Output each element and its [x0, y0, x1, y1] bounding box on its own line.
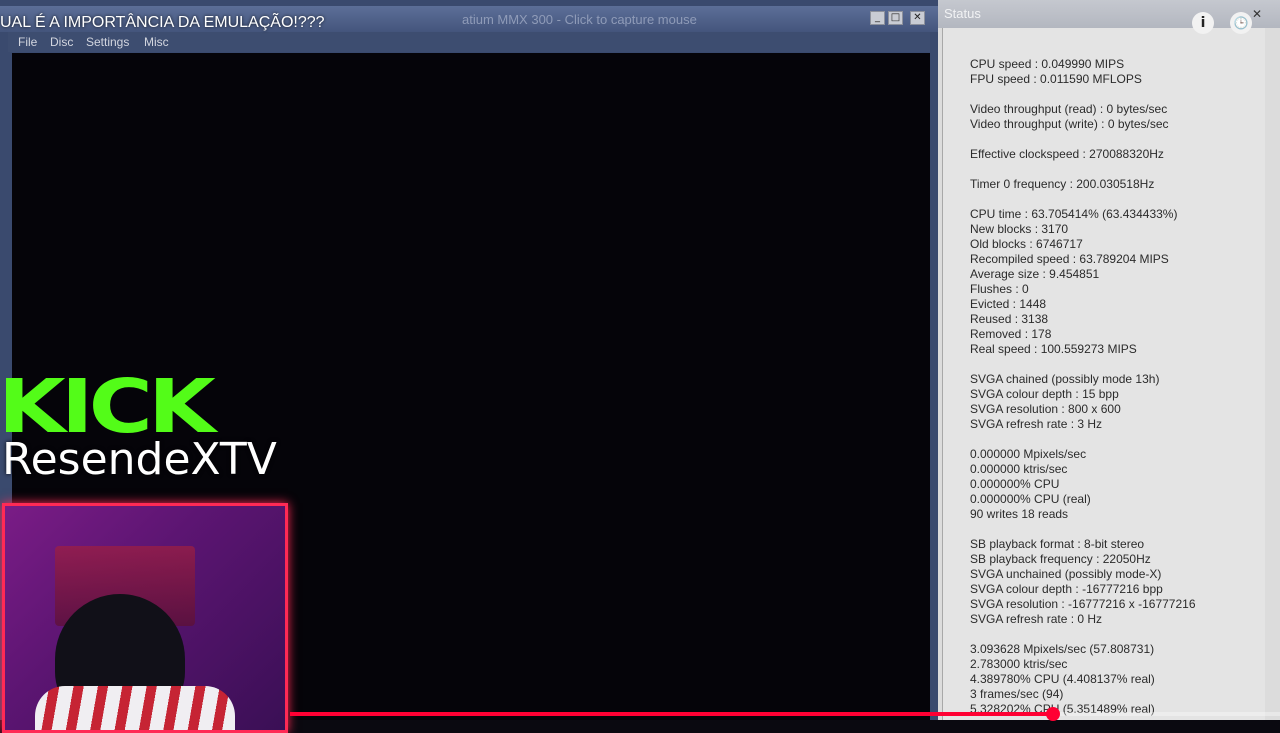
status-line: Timer 0 frequency : 200.030518Hz	[970, 177, 1155, 191]
status-line: 4.389780% CPU (4.408137% real)	[970, 672, 1155, 686]
status-line: 2.783000 ktris/sec	[970, 657, 1068, 671]
status-line: Effective clockspeed : 270088320Hz	[970, 147, 1164, 161]
channel-name: ResendeXTV	[2, 434, 277, 485]
status-line: 0.000000 ktris/sec	[970, 462, 1068, 476]
status-spacer	[970, 132, 1196, 147]
status-line: 90 writes 18 reads	[970, 507, 1069, 521]
video-title[interactable]: UAL É A IMPORTÂNCIA DA EMULAÇÃO!???	[0, 14, 325, 32]
status-line: Reused : 3138	[970, 312, 1049, 326]
status-line: SVGA refresh rate : 0 Hz	[970, 612, 1103, 626]
emulator-title: atium MMX 300 - Click to capture mouse	[462, 12, 697, 27]
status-line: Flushes : 0	[970, 282, 1029, 296]
video-progress-bar[interactable]	[290, 707, 1280, 721]
status-line: SVGA colour depth : 15 bpp	[970, 387, 1119, 401]
status-spacer	[970, 87, 1196, 102]
webcam-feed	[2, 503, 288, 733]
status-spacer	[970, 192, 1196, 207]
status-line: FPU speed : 0.011590 MFLOPS	[970, 72, 1142, 86]
status-line: SVGA unchained (possibly mode-X)	[970, 567, 1162, 581]
status-panel: CPU speed : 0.049990 MIPS FPU speed : 0.0…	[942, 28, 1265, 720]
status-line: Video throughput (read) : 0 bytes/sec	[970, 102, 1168, 116]
status-line: SVGA refresh rate : 3 Hz	[970, 417, 1103, 431]
status-spacer	[970, 162, 1196, 177]
menu-disc[interactable]: Disc	[50, 35, 73, 49]
status-line: CPU speed : 0.049990 MIPS	[970, 57, 1125, 71]
status-line: SB playback format : 8-bit stereo	[970, 537, 1145, 551]
menu-settings[interactable]: Settings	[86, 35, 129, 49]
status-lines: CPU speed : 0.049990 MIPS FPU speed : 0.0…	[970, 57, 1196, 717]
status-line: 3 frames/sec (94)	[970, 687, 1064, 701]
status-window: Status ✕ CPU speed : 0.049990 MIPS FPU sp…	[938, 0, 1280, 720]
status-line: Removed : 178	[970, 327, 1052, 341]
status-line: SVGA resolution : -16777216 x -16777216	[970, 597, 1196, 611]
status-line: 0.000000 Mpixels/sec	[970, 447, 1087, 461]
webcam-person-shirt	[35, 686, 235, 730]
status-line: SVGA chained (possibly mode 13h)	[970, 372, 1160, 386]
kick-logo: KICK	[0, 364, 216, 450]
status-line: 0.000000% CPU	[970, 477, 1060, 491]
menu-misc[interactable]: Misc	[144, 35, 169, 49]
status-close-icon[interactable]: ✕	[1250, 7, 1264, 21]
status-line: Average size : 9.454851	[970, 267, 1100, 281]
close-button[interactable]: ✕	[910, 11, 925, 25]
info-icon[interactable]: i	[1192, 12, 1214, 34]
maximize-button[interactable]: □	[888, 11, 903, 25]
status-line: CPU time : 63.705414% (63.434433%)	[970, 207, 1178, 221]
progress-fill	[290, 712, 1054, 716]
status-titlebar[interactable]: Status ✕	[938, 0, 1280, 28]
status-spacer	[970, 627, 1196, 642]
status-line: 0.000000% CPU (real)	[970, 492, 1091, 506]
status-spacer	[970, 357, 1196, 372]
status-spacer	[970, 522, 1196, 537]
menu-file[interactable]: File	[18, 35, 37, 49]
status-spacer	[970, 432, 1196, 447]
minimize-button[interactable]: _	[870, 11, 885, 25]
status-line: New blocks : 3170	[970, 222, 1069, 236]
status-line: Recompiled speed : 63.789204 MIPS	[970, 252, 1169, 266]
status-line: 3.093628 Mpixels/sec (57.808731)	[970, 642, 1155, 656]
emulator-menubar: File Disc Settings Misc	[8, 32, 930, 52]
clock-icon[interactable]: 🕒	[1230, 12, 1252, 34]
status-line: Old blocks : 6746717	[970, 237, 1083, 251]
status-line: Evicted : 1448	[970, 297, 1047, 311]
status-line: SVGA colour depth : -16777216 bpp	[970, 582, 1163, 596]
status-line: SB playback frequency : 22050Hz	[970, 552, 1151, 566]
status-line: Video throughput (write) : 0 bytes/sec	[970, 117, 1169, 131]
status-title: Status	[944, 6, 981, 21]
status-line: Real speed : 100.559273 MIPS	[970, 342, 1137, 356]
status-line: SVGA resolution : 800 x 600	[970, 402, 1121, 416]
